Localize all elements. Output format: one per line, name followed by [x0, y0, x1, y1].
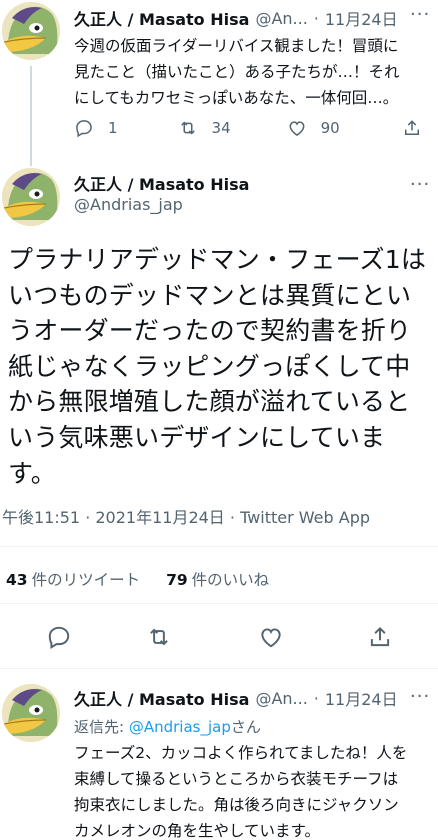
- retweet-icon: [180, 121, 195, 135]
- like-icon: [289, 121, 305, 136]
- tweet1-text: 今週の仮面ライダーリバイス観ました！冒頭に 見たこと（描いたこと）ある子たちが……: [74, 33, 434, 111]
- reply-icon: [48, 626, 70, 650]
- text-line: プラナリアデッドマン・フェーズ1は: [8, 245, 427, 274]
- text-line: 紙じゃなくラッピングっぽくして中: [8, 351, 411, 381]
- retweet-icon: [150, 628, 168, 646]
- main-tweet-text: プラナリアデッドマン・フェーズ1は いつものデッドマンとは異質にとい うオーダー…: [8, 242, 434, 491]
- display-name[interactable]: 久正人 / Masato Hisa: [74, 6, 249, 30]
- retweets-count: 43: [6, 571, 28, 589]
- like-button[interactable]: 90: [287, 118, 340, 138]
- text-line: いつものデッドマンとは異質にとい: [8, 280, 412, 310]
- reply-icon: [76, 120, 92, 138]
- more-icon[interactable]: ···: [410, 6, 430, 24]
- display-name[interactable]: 久正人 / Masato Hisa: [74, 171, 249, 195]
- reply-suffix: さん: [230, 718, 261, 736]
- share-button[interactable]: [402, 118, 422, 138]
- engagement-stats: 43 件のリツイート 79 件のいいね: [6, 568, 269, 590]
- thread-line: [30, 66, 32, 166]
- divider: [0, 668, 438, 669]
- main-header: 久正人 / Masato Hisa: [74, 171, 249, 195]
- text-line: にしてもカワセミっぽいあなた、一体何回…。: [74, 89, 399, 107]
- text-line: 拘束衣にしました。角は後ろ向きにジャクソン: [74, 796, 399, 814]
- text-line: いう気味悪いデザインにしていま: [8, 422, 386, 452]
- text-line: カメレオンの角を生やしています。: [74, 822, 320, 840]
- avatar[interactable]: [2, 168, 60, 226]
- tweet1-actions: 1 34 90: [74, 118, 422, 138]
- like-icon: [261, 628, 281, 648]
- more-icon[interactable]: ···: [410, 688, 430, 706]
- handle[interactable]: @An...: [255, 9, 307, 28]
- likes-stat[interactable]: 79 件のいいね: [166, 568, 269, 590]
- text-line: うオーダーだったので契約書を折り: [8, 316, 412, 346]
- divider: [0, 603, 438, 604]
- share-icon: [404, 120, 419, 135]
- retweets-label: 件のリツイート: [31, 571, 141, 589]
- likes-count: 79: [166, 571, 188, 589]
- text-line: す。: [8, 458, 56, 488]
- likes-label: 件のいいね: [191, 571, 270, 589]
- like-button[interactable]: [258, 624, 284, 650]
- share-icon: [370, 626, 390, 647]
- text-line: フェーズ2、カッコよく作られてましたね！人を: [74, 744, 408, 762]
- display-name[interactable]: 久正人 / Masato Hisa: [74, 686, 249, 710]
- retweet-button[interactable]: 34: [178, 118, 231, 138]
- divider: [0, 546, 438, 547]
- separator: ·: [313, 8, 319, 28]
- reply-prefix: 返信先:: [74, 718, 129, 736]
- retweet-count: 34: [211, 119, 231, 137]
- retweets-stat[interactable]: 43 件のリツイート: [6, 568, 140, 590]
- reply-handle-link[interactable]: @Andrias_jap: [129, 718, 231, 736]
- reply-count: 1: [108, 119, 118, 137]
- tweet1-header: 久正人 / Masato Hisa @An... · 11月24日: [74, 6, 398, 30]
- avatar[interactable]: [2, 2, 60, 60]
- tweet-meta[interactable]: 午後11:51 · 2021年11月24日 · Twitter Web App: [2, 504, 370, 528]
- text-line: から無限増殖した顔が溢れていると: [8, 387, 411, 417]
- timestamp[interactable]: 11月24日: [325, 6, 398, 30]
- separator: ·: [313, 688, 319, 708]
- reply-button[interactable]: 1: [74, 118, 118, 138]
- reply-header: 久正人 / Masato Hisa @An... · 11月24日: [74, 686, 398, 710]
- reply-button[interactable]: [46, 624, 72, 650]
- reply-text: フェーズ2、カッコよく作られてましたね！人を 束縛して操るというところから衣装モ…: [74, 740, 436, 840]
- replying-to: 返信先: @Andrias_japさん: [74, 716, 261, 737]
- share-button[interactable]: [367, 624, 393, 650]
- timestamp[interactable]: 11月24日: [325, 686, 398, 710]
- handle[interactable]: @Andrias_jap: [74, 195, 183, 214]
- handle[interactable]: @An...: [255, 689, 307, 708]
- text-line: 今週の仮面ライダーリバイス観ました！冒頭に: [74, 37, 399, 55]
- like-count: 90: [320, 119, 340, 137]
- main-actions: [0, 624, 438, 654]
- text-line: 束縛して操るというところから衣装モチーフは: [74, 770, 399, 788]
- avatar[interactable]: [2, 684, 60, 742]
- retweet-button[interactable]: [146, 624, 172, 650]
- more-icon[interactable]: ···: [410, 176, 430, 194]
- text-line: 見たこと（描いたこと）ある子たちが…！それ: [74, 63, 400, 81]
